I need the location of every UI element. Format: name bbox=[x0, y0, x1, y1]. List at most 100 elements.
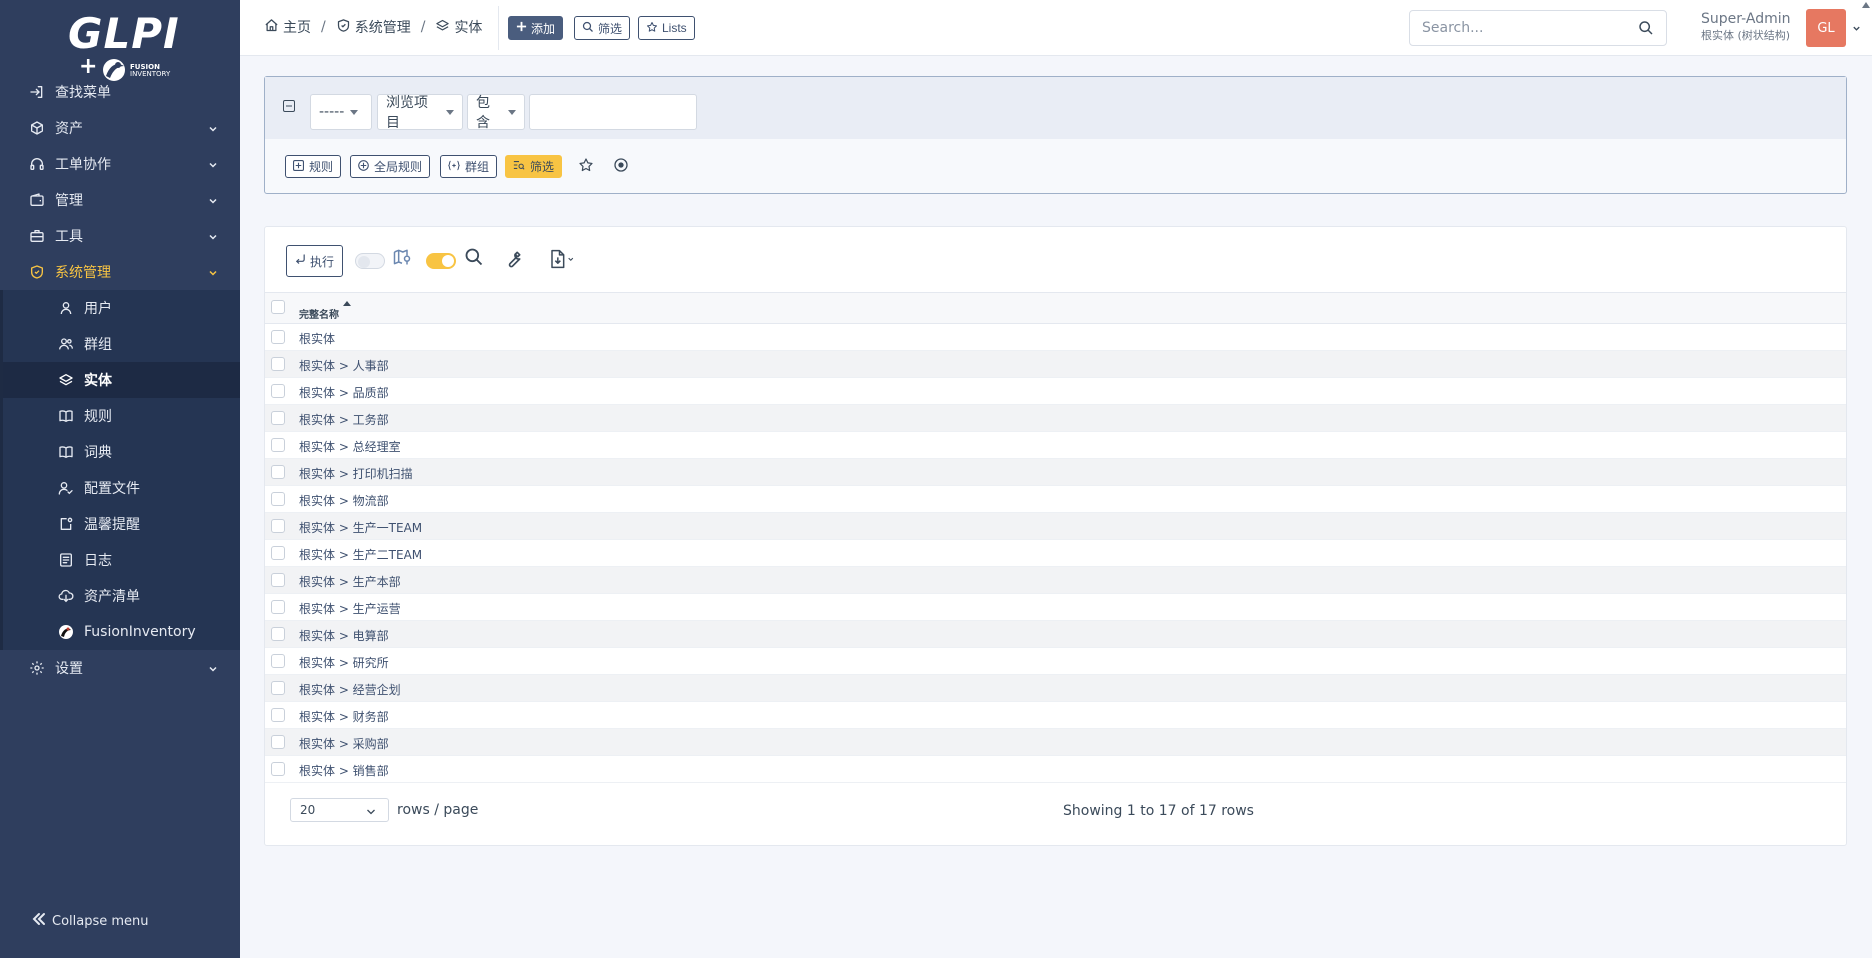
pagination-summary: Showing 1 to 17 of 17 rows bbox=[1063, 803, 1254, 819]
map-pin-icon[interactable] bbox=[392, 247, 412, 271]
filter-button[interactable]: 筛选 bbox=[574, 16, 631, 40]
criteria-field-select[interactable]: ----- bbox=[310, 94, 372, 130]
nav-item-label: 查找菜单 bbox=[55, 85, 111, 101]
nav-item-find-menu[interactable]: 查找菜单 bbox=[0, 74, 240, 110]
row-checkbox[interactable] bbox=[271, 519, 285, 533]
nav-item-assets[interactable]: 资产 bbox=[0, 110, 240, 146]
search-icon[interactable] bbox=[464, 247, 484, 271]
corner-down-left-icon bbox=[295, 254, 306, 268]
criteria-operator-value: 包含 bbox=[476, 95, 490, 131]
entity-link[interactable]: 根实体 bbox=[299, 330, 335, 347]
row-checkbox[interactable] bbox=[271, 546, 285, 560]
search-icon[interactable] bbox=[1638, 20, 1654, 40]
nav-item-helpdesk[interactable]: 工单协作 bbox=[0, 146, 240, 182]
entity-link[interactable]: 根实体 > 财务部 bbox=[299, 708, 389, 725]
toggle-knob bbox=[442, 255, 454, 267]
nav-item-tools[interactable]: 工具 bbox=[0, 218, 240, 254]
select-all-checkbox[interactable] bbox=[271, 300, 285, 314]
table-row: 根实体 > 生产运营 bbox=[265, 594, 1846, 621]
scrollbar-up-arrow[interactable] bbox=[1862, 2, 1870, 8]
entity-link[interactable]: 根实体 > 工务部 bbox=[299, 411, 389, 428]
add-button[interactable]: 添加 bbox=[508, 16, 564, 40]
criteria-scope-select[interactable]: 浏览项目 bbox=[377, 94, 463, 131]
entity-link[interactable]: 根实体 > 生产本部 bbox=[299, 573, 401, 590]
row-checkbox[interactable] bbox=[271, 492, 285, 506]
apply-filter-button[interactable]: 筛选 bbox=[505, 155, 563, 178]
sidebar-item-inventory[interactable]: 资产清单 bbox=[3, 578, 240, 614]
entity-link[interactable]: 根实体 > 物流部 bbox=[299, 492, 389, 509]
star-icon[interactable] bbox=[578, 157, 594, 177]
add-global-rule-button[interactable]: 全局规则 bbox=[350, 155, 431, 178]
add-rule-button[interactable]: 规则 bbox=[285, 155, 342, 178]
entity-link[interactable]: 根实体 > 人事部 bbox=[299, 357, 389, 374]
nav-item-administration[interactable]: 系统管理 bbox=[0, 254, 240, 290]
sidebar-item-profiles[interactable]: 配置文件 bbox=[3, 470, 240, 506]
row-checkbox[interactable] bbox=[271, 654, 285, 668]
global-search[interactable] bbox=[1409, 10, 1667, 46]
row-checkbox[interactable] bbox=[271, 762, 285, 776]
sidebar-item-logs[interactable]: 日志 bbox=[3, 542, 240, 578]
sidebar-item-reminders[interactable]: 温馨提醒 bbox=[3, 506, 240, 542]
entity-link[interactable]: 根实体 > 电算部 bbox=[299, 627, 389, 644]
entity-link[interactable]: 根实体 > 生产运营 bbox=[299, 600, 401, 617]
entity-link[interactable]: 根实体 > 打印机扫描 bbox=[299, 465, 413, 482]
row-checkbox[interactable] bbox=[271, 735, 285, 749]
row-checkbox[interactable] bbox=[271, 573, 285, 587]
execute-button[interactable]: 执行 bbox=[286, 245, 344, 277]
minus-square-icon[interactable] bbox=[283, 100, 295, 116]
user-menu[interactable]: Super-Admin 根实体 (树状结构) bbox=[1701, 11, 1790, 43]
add-button-label: 添加 bbox=[531, 21, 556, 36]
sidebar-item-dictionaries[interactable]: 词典 bbox=[3, 434, 240, 470]
entity-link[interactable]: 根实体 > 销售部 bbox=[299, 762, 389, 779]
nav-item-label: 工具 bbox=[55, 229, 83, 245]
page-size-value: 20 bbox=[300, 803, 316, 817]
row-checkbox[interactable] bbox=[271, 438, 285, 452]
row-checkbox[interactable] bbox=[271, 357, 285, 371]
sidebar-item-rules[interactable]: 规则 bbox=[3, 398, 240, 434]
sidebar-item-fusioninventory[interactable]: FusionInventory bbox=[3, 614, 240, 650]
column-header-fullname[interactable]: 完整名称 bbox=[299, 306, 339, 321]
entity-link[interactable]: 根实体 > 生产二TEAM bbox=[299, 546, 422, 563]
row-checkbox[interactable] bbox=[271, 330, 285, 344]
entity-link[interactable]: 根实体 > 研究所 bbox=[299, 654, 389, 671]
wrench-icon[interactable] bbox=[503, 249, 523, 273]
table-row: 根实体 > 电算部 bbox=[265, 621, 1846, 648]
collapse-menu-button[interactable]: Collapse menu bbox=[32, 912, 149, 930]
page-size-select[interactable]: 20 bbox=[290, 798, 389, 822]
search-toggle[interactable] bbox=[426, 253, 456, 269]
nav-item-management[interactable]: 管理 bbox=[0, 182, 240, 218]
avatar[interactable]: GL bbox=[1806, 9, 1846, 47]
entity-link[interactable]: 根实体 > 总经理室 bbox=[299, 438, 401, 455]
row-checkbox[interactable] bbox=[271, 411, 285, 425]
export-file-icon[interactable] bbox=[548, 249, 576, 273]
nav-item-setup[interactable]: 设置 bbox=[0, 650, 240, 686]
sidebar-item-groups[interactable]: 群组 bbox=[3, 326, 240, 362]
entity-link[interactable]: 根实体 > 采购部 bbox=[299, 735, 389, 752]
fusioninventory-logo-icon bbox=[57, 623, 75, 641]
row-checkbox[interactable] bbox=[271, 627, 285, 641]
entity-link[interactable]: 根实体 > 经营企划 bbox=[299, 681, 401, 698]
global-search-input[interactable] bbox=[1422, 19, 1622, 37]
criteria-operator-select[interactable]: 包含 bbox=[467, 94, 525, 131]
entity-link[interactable]: 根实体 > 品质部 bbox=[299, 384, 389, 401]
breadcrumb-administration[interactable]: 系统管理 bbox=[336, 17, 411, 37]
lists-button[interactable]: Lists bbox=[638, 16, 695, 40]
reset-circle-icon[interactable] bbox=[614, 158, 628, 176]
sidebar-item-users[interactable]: 用户 bbox=[3, 290, 240, 326]
filter-button-label: 筛选 bbox=[598, 21, 623, 36]
chevron-down-icon[interactable] bbox=[1852, 22, 1861, 37]
add-group-button[interactable]: 群组 bbox=[440, 155, 498, 178]
row-checkbox[interactable] bbox=[271, 681, 285, 695]
row-checkbox[interactable] bbox=[271, 600, 285, 614]
breadcrumb-home[interactable]: 主页 bbox=[264, 17, 311, 37]
criteria-value-input[interactable] bbox=[529, 94, 697, 130]
row-checkbox[interactable] bbox=[271, 465, 285, 479]
row-checkbox[interactable] bbox=[271, 708, 285, 722]
entity-link[interactable]: 根实体 > 生产一TEAM bbox=[299, 519, 422, 536]
glpi-logo[interactable]: GLPI + FUSION INVENTORY bbox=[62, 12, 182, 81]
map-toggle[interactable] bbox=[355, 253, 385, 269]
sidebar-item-entities[interactable]: 实体 bbox=[3, 362, 240, 398]
cloud-download-icon bbox=[57, 587, 75, 605]
row-checkbox[interactable] bbox=[271, 384, 285, 398]
breadcrumb-entities[interactable]: 实体 bbox=[435, 17, 482, 37]
